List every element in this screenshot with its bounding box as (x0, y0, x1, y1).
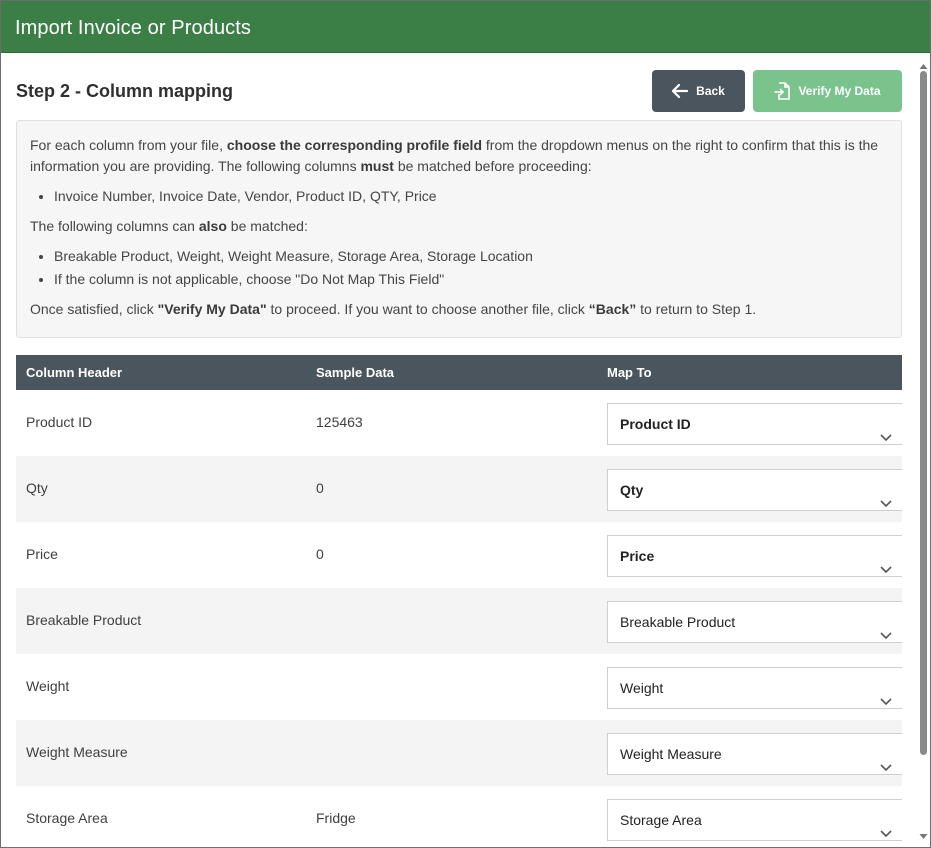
row-sample-data: Fridge (316, 810, 356, 826)
chevron-down-icon (879, 682, 893, 722)
step-title: Step 2 - Column mapping (16, 81, 234, 101)
instructions-paragraph-1: For each column from your file, choose t… (30, 137, 879, 174)
window-title: Import Invoice or Products (15, 17, 252, 39)
map-to-select[interactable]: Qty (607, 469, 902, 511)
scrollbar-thumb[interactable] (920, 71, 927, 755)
map-to-select[interactable]: Price (607, 535, 902, 577)
map-to-select[interactable]: Storage Area (607, 799, 902, 841)
required-columns-list: Invoice Number, Invoice Date, Vendor, Pr… (30, 186, 888, 207)
map-to-value: Product ID (620, 416, 691, 432)
chevron-down-icon (879, 550, 893, 590)
row-column-header: Breakable Product (26, 612, 142, 628)
instructions-panel: For each column from your file, choose t… (16, 120, 902, 338)
optional-columns-item: Breakable Product, Weight, Weight Measur… (54, 246, 888, 267)
map-to-heading: Map To (607, 365, 652, 380)
map-to-select[interactable]: Weight Measure (607, 733, 902, 775)
vertical-scrollbar[interactable] (916, 54, 930, 847)
table-row: Product ID 125463 Product ID (16, 390, 902, 456)
column-header-heading: Column Header (26, 365, 123, 380)
table-row: Weight Measure Weight Measure (16, 720, 902, 786)
row-column-header: Product ID (26, 414, 93, 430)
import-dialog: Import Invoice or Products Step 2 - Colu… (0, 0, 931, 848)
row-column-header: Qty (26, 480, 48, 496)
verify-my-data-button[interactable]: Verify My Data (753, 70, 902, 112)
map-to-value: Price (620, 548, 655, 564)
row-sample-data: 125463 (316, 414, 363, 430)
chevron-down-icon (879, 418, 893, 458)
table-row: Price 0 Price (16, 522, 902, 588)
map-to-value: Storage Area (620, 812, 702, 828)
instructions-paragraph-2: The following columns can also be matche… (30, 218, 308, 234)
map-to-value: Weight (620, 680, 664, 696)
verify-button-label: Verify My Data (798, 84, 881, 98)
file-import-icon (774, 82, 791, 100)
row-column-header: Weight (26, 678, 70, 694)
table-row: Breakable Product Breakable Product (16, 588, 902, 654)
back-button-label: Back (696, 84, 725, 98)
arrow-left-icon (672, 84, 689, 98)
row-column-header: Price (26, 546, 58, 562)
table-row: Weight Weight (16, 654, 902, 720)
map-to-value: Qty (620, 482, 644, 498)
map-to-value: Weight Measure (620, 746, 722, 762)
row-column-header: Weight Measure (26, 744, 128, 760)
map-to-select[interactable]: Breakable Product (607, 601, 902, 643)
column-mapping-table: Column Header Sample Data Map To Product… (16, 355, 902, 847)
row-sample-data: 0 (316, 480, 324, 496)
required-columns-item: Invoice Number, Invoice Date, Vendor, Pr… (54, 186, 888, 207)
table-row: Storage Area Fridge Storage Area (16, 786, 902, 847)
not-applicable-hint: If the column is not applicable, choose … (54, 269, 888, 290)
chevron-down-icon (879, 484, 893, 524)
map-to-select[interactable]: Product ID (607, 403, 902, 445)
scroll-down-arrow-icon[interactable] (919, 827, 928, 845)
chevron-down-icon (879, 616, 893, 656)
title-bar: Import Invoice or Products (1, 1, 930, 53)
map-to-select[interactable]: Weight (607, 667, 902, 709)
table-row: Qty 0 Qty (16, 456, 902, 522)
instructions-paragraph-3: Once satisfied, click "Verify My Data" t… (30, 301, 757, 317)
row-column-header: Storage Area (26, 810, 108, 826)
optional-columns-list: Breakable Product, Weight, Weight Measur… (30, 246, 888, 290)
dialog-content: Step 2 - Column mapping Back Verify My D… (1, 54, 915, 847)
sample-data-heading: Sample Data (316, 365, 395, 380)
back-button[interactable]: Back (652, 70, 745, 112)
chevron-down-icon (879, 814, 893, 847)
map-to-value: Breakable Product (620, 614, 736, 630)
table-header-row: Column Header Sample Data Map To (16, 355, 902, 390)
row-sample-data: 0 (316, 546, 324, 562)
chevron-down-icon (879, 748, 893, 788)
